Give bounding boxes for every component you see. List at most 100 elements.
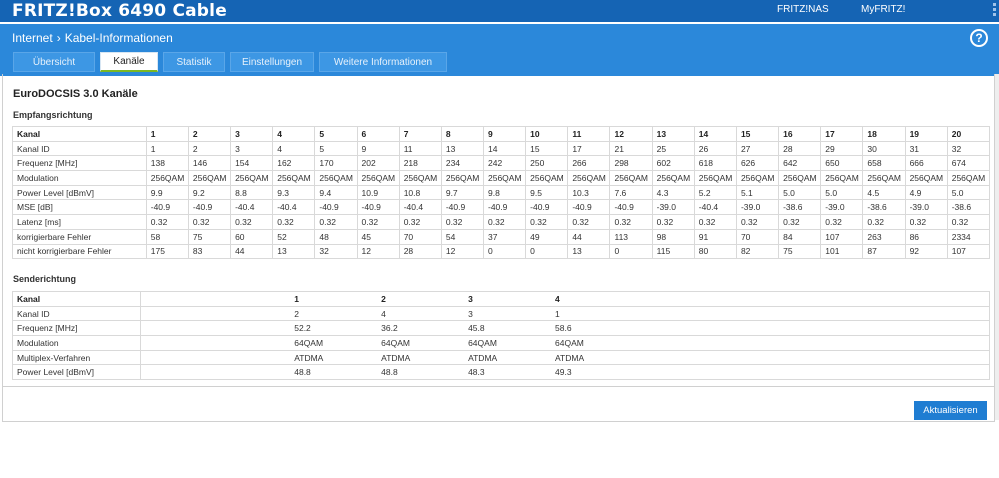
table-cell: 0.32	[778, 214, 822, 230]
table-cell: 1	[551, 305, 638, 322]
table-cell: 86	[904, 228, 948, 245]
fritznas-link[interactable]: FRITZ!NAS	[777, 4, 829, 15]
table-cell: 48	[314, 228, 358, 245]
breadcrumb-current: Kabel-Informationen	[64, 31, 173, 45]
table-cell: 250	[525, 155, 569, 172]
table-cell: 115	[651, 243, 695, 260]
channel-header: 7	[398, 126, 442, 142]
table-cell: -40.9	[314, 199, 358, 216]
table-row: Multiplex-Verfahren ATDMA ATDMA ATDMA ATDMA	[12, 349, 990, 366]
table-cell: 9.2	[187, 184, 232, 201]
row-label: Frequenz [MHz]	[12, 320, 141, 337]
row-label: MSE [dB]	[12, 199, 147, 216]
table-cell: 21	[609, 140, 653, 157]
table-cell: 30	[862, 140, 906, 157]
table-cell: 256QAM	[525, 170, 569, 186]
table-cell: 52.2	[290, 320, 378, 337]
table-row: Latenz [ms] 0.32 0.32 0.32 0.32 0.32 0.32 0.32 0…	[12, 214, 991, 230]
table-cell: 0.32	[946, 214, 991, 230]
spacer-cell	[140, 305, 291, 322]
upstream-table: Kanal 1 2 3 4 Kanal ID 2 4 3 1 Frequenz [MHz] 52.2 3…	[12, 291, 990, 381]
table-cell: 0.32	[356, 214, 400, 230]
app-title: FRITZ!Box 6490 Cable	[12, 1, 227, 21]
table-row: Frequenz [MHz] 52.2 36.2 45.8 58.6	[12, 320, 990, 337]
table-cell: 256QAM	[272, 170, 316, 186]
table-cell: ATDMA	[464, 349, 551, 366]
table-cell: -40.9	[567, 199, 611, 216]
table-cell: 4.3	[651, 184, 695, 201]
channel-header: 11	[567, 126, 611, 142]
table-cell: 0.32	[609, 214, 653, 230]
table-cell: 256QAM	[356, 170, 400, 186]
tab-weitere-informationen[interactable]: Weitere Informationen	[319, 52, 447, 72]
tab-uebersicht[interactable]: Übersicht	[13, 52, 95, 72]
table-cell: 626	[735, 155, 780, 172]
table-cell: 5.2	[693, 184, 737, 201]
table-cell: -40.4	[693, 199, 737, 216]
channel-header: 18	[862, 126, 906, 142]
table-cell: 256QAM	[145, 170, 189, 186]
table-cell: 9.9	[145, 184, 189, 201]
table-cell: 0.32	[314, 214, 358, 230]
table-cell: 674	[946, 155, 991, 172]
myfritz-link[interactable]: MyFRITZ!	[861, 4, 905, 15]
table-cell: 0.32	[187, 214, 232, 230]
table-cell: 45	[356, 228, 400, 245]
table-cell: 4	[272, 140, 316, 157]
spacer-cell	[637, 349, 990, 366]
table-cell: 266	[567, 155, 611, 172]
spacer-cell	[140, 320, 291, 337]
table-cell: 75	[187, 228, 232, 245]
row-label: Latenz [ms]	[12, 214, 147, 230]
table-cell: 17	[567, 140, 611, 157]
table-cell: -38.6	[778, 199, 822, 216]
spacer-cell	[637, 320, 990, 337]
table-cell: 154	[230, 155, 274, 172]
row-label: nicht korrigierbare Fehler	[12, 243, 147, 260]
channel-header: 14	[693, 126, 737, 142]
channel-header: 12	[609, 126, 653, 142]
table-cell: 5.0	[946, 184, 991, 201]
tab-kanaele[interactable]: Kanäle	[100, 52, 158, 72]
refresh-button[interactable]: Aktualisieren	[914, 401, 987, 420]
table-cell: 48.8	[377, 364, 465, 381]
table-cell: 2	[290, 305, 378, 322]
spacer-cell	[637, 335, 990, 351]
table-cell: 15	[525, 140, 569, 157]
table-cell: 52	[272, 228, 316, 245]
breadcrumb-parent[interactable]: Internet	[12, 31, 53, 45]
table-cell: 36.2	[377, 320, 465, 337]
tab-statistik[interactable]: Statistik	[163, 52, 225, 72]
downstream-title: Empfangsrichtung	[13, 110, 93, 120]
table-cell: 70	[735, 228, 780, 245]
table-cell: -39.0	[904, 199, 948, 216]
downstream-table: Kanal 1 2 3 4 5 6 7 8 9 10 11 12 13 14 15 16 17 18 19 20 Kana…	[12, 126, 991, 260]
scrollbar[interactable]	[995, 74, 999, 420]
table-cell: 28	[778, 140, 822, 157]
channel-header: 3	[464, 291, 551, 307]
table-cell: 138	[145, 155, 189, 172]
table-cell: 256QAM	[440, 170, 485, 186]
table-header-row: Kanal 1 2 3 4	[12, 291, 990, 307]
tab-einstellungen[interactable]: Einstellungen	[230, 52, 314, 72]
table-cell: 107	[946, 243, 991, 260]
table-cell: 3	[230, 140, 274, 157]
channel-header: 2	[187, 126, 232, 142]
table-cell: 0.32	[862, 214, 906, 230]
breadcrumb: Internet › Kabel-Informationen	[12, 31, 173, 45]
table-cell: 75	[778, 243, 822, 260]
row-label: Modulation	[12, 335, 141, 351]
table-cell: 58	[145, 228, 189, 245]
help-icon[interactable]: ?	[970, 29, 988, 47]
table-cell: 11	[398, 140, 442, 157]
row-label: Kanal ID	[12, 305, 141, 322]
table-row: Power Level [dBmV] 48.8 48.8 48.3 49.3	[12, 364, 990, 381]
table-cell: 70	[398, 228, 442, 245]
menu-dots-icon[interactable]	[993, 3, 997, 18]
table-cell: 3	[464, 305, 551, 322]
table-cell: 218	[398, 155, 442, 172]
table-cell: 58.6	[551, 320, 638, 337]
table-cell: 256QAM	[609, 170, 653, 186]
table-cell: 37	[482, 228, 527, 245]
table-cell: 48.3	[464, 364, 551, 381]
